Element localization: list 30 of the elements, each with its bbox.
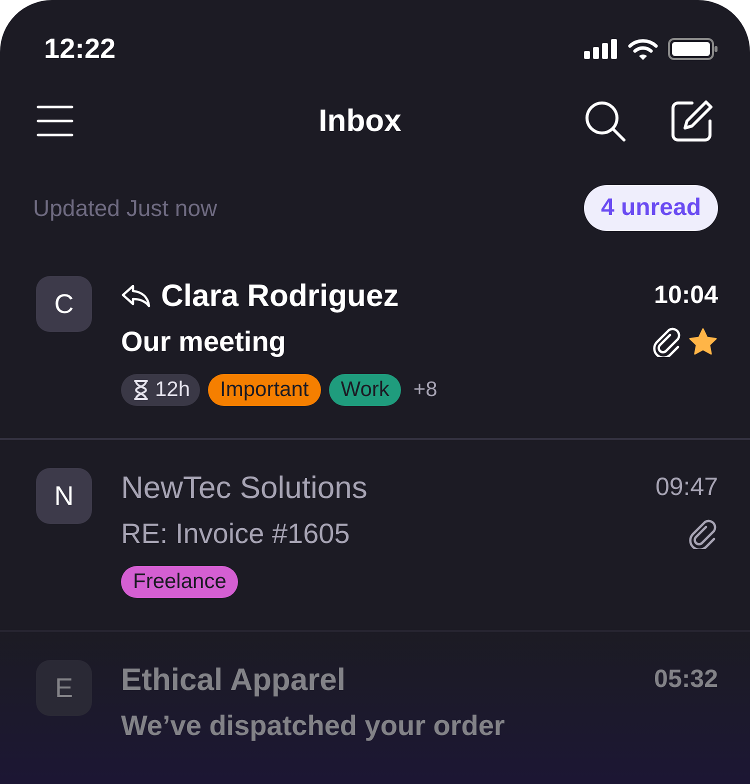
battery-icon [668,38,718,60]
message-subject: Our meeting [121,325,286,359]
message-time: 05:32 [654,664,718,696]
message-time: 10:04 [654,280,718,312]
hourglass-icon [133,379,149,401]
more-tags-count: +8 [412,377,438,404]
search-icon [584,100,626,142]
message-subject: RE: Invoice #1605 [121,517,350,551]
sender-name: Clara Rodriguez [161,276,399,315]
wifi-icon [628,38,658,60]
compose-button[interactable] [670,99,714,144]
menu-icon [36,105,74,138]
signal-icon [584,39,618,59]
screen-title: Inbox [318,102,402,140]
label-tag: Freelance [121,566,238,598]
label-tag: Work [328,374,402,406]
avatar: N [36,468,92,524]
status-time: 12:22 [44,32,116,66]
avatar: C [36,276,92,332]
updated-status: Updated Just now [33,194,218,224]
snooze-chip: 12h [121,374,200,406]
message-subject: We’ve dispatched your order [121,709,505,743]
label-tag: Important [208,374,321,406]
unread-count: 4 unread [584,185,718,232]
sender-name: NewTec Solutions [121,468,368,507]
compose-icon [670,99,714,144]
avatar: E [36,660,92,716]
message-time: 09:47 [655,472,718,504]
sender-name: Ethical Apparel [121,660,346,699]
search-button[interactable] [584,100,626,142]
